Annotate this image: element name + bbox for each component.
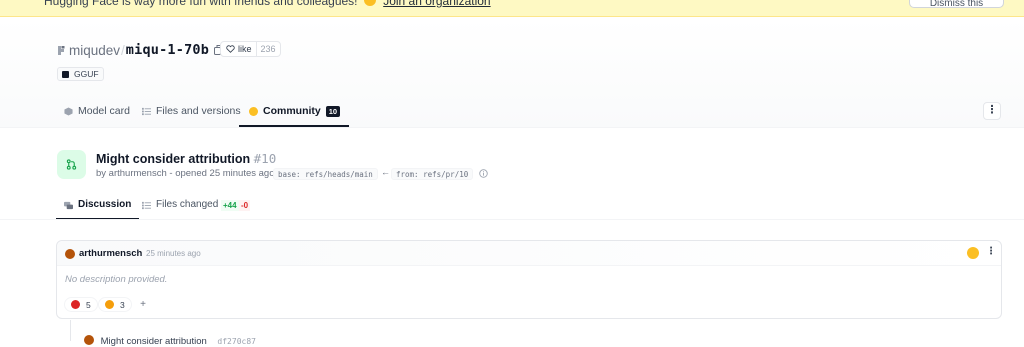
dismiss-button[interactable]: Dismiss this message (909, 0, 1004, 29)
repo-owner-link[interactable]: miqudev (69, 43, 120, 58)
cube-icon (64, 107, 73, 116)
banner-text: Hugging Face is way more fun with friend… (44, 0, 358, 8)
pr-title-text: Might consider attribution (96, 152, 251, 166)
repo-breadcrumb: miqudev / miqu-1-70b (56, 41, 225, 59)
tab-model-card[interactable]: Model card (64, 100, 130, 127)
subtab-label: Files changed (156, 199, 219, 210)
pull-request-icon (57, 150, 86, 179)
community-count-badge: 10 (325, 106, 341, 117)
pr-title: Might consider attribution #10 (96, 151, 276, 166)
like-action[interactable]: like (221, 42, 256, 56)
reaction-hugging-face[interactable]: 3 (98, 297, 132, 312)
files-icon (142, 201, 151, 210)
heart-outline-icon (226, 45, 235, 53)
comment-body: No description provided. (65, 274, 168, 285)
tab-files-changed[interactable]: Files changed (142, 193, 218, 220)
arrow-left-icon: ← (381, 167, 390, 177)
hugging-face-icon (363, 0, 376, 6)
community-icon (249, 107, 258, 116)
like-count[interactable]: 236 (255, 42, 280, 56)
repo-name-link[interactable]: miqu-1-70b (126, 42, 209, 58)
reaction-heart[interactable]: 5 (64, 297, 98, 312)
reaction-count: 3 (120, 299, 125, 310)
comment-header: arthurmensch 25 minutes ago ⋮ (57, 241, 1001, 266)
reaction-count: 5 (86, 299, 91, 310)
subtabs-divider (0, 219, 1024, 220)
deletions-count: -0 (239, 200, 251, 211)
repo-separator: / (121, 42, 125, 58)
comment-time: 25 minutes ago (146, 249, 201, 258)
pr-number: #10 (253, 151, 277, 166)
comment-card: arthurmensch 25 minutes ago ⋮ No descrip… (56, 240, 1002, 319)
comment-author[interactable]: arthurmensch (79, 248, 142, 259)
tag-gguf[interactable]: GGUF (57, 67, 104, 81)
hugging-face-icon (105, 300, 114, 309)
header-divider (0, 127, 1024, 128)
subtab-label: Discussion (78, 199, 132, 210)
like-button[interactable]: like 236 (220, 41, 281, 57)
pr-meta: by arthurmensch - opened 25 minutes ago (96, 168, 275, 179)
org-banner: Hugging Face is way more fun with friend… (0, 0, 1024, 29)
commit-title[interactable]: Might consider attribution (101, 336, 207, 347)
like-label: like (238, 44, 252, 54)
add-reaction-button[interactable]: + (136, 298, 150, 312)
files-icon (142, 107, 151, 116)
comment-more-options-icon[interactable]: ⋮ (986, 246, 996, 257)
merge-icon (66, 159, 77, 170)
info-icon[interactable] (479, 169, 488, 178)
tab-label: Files and versions (156, 105, 241, 117)
heart-icon (71, 300, 80, 309)
tab-discussion[interactable]: Discussion (56, 193, 140, 220)
additions-count: +44 (221, 200, 239, 211)
commit-entry: Might consider attribution df270c87 (64, 335, 256, 347)
from-ref: from: refs/pr/10 (391, 168, 474, 180)
tab-files-and-versions[interactable]: Files and versions (142, 100, 241, 127)
add-reaction-icon[interactable] (967, 247, 979, 259)
model-icon (58, 45, 65, 55)
discussion-icon (64, 201, 73, 210)
tab-community[interactable]: Community 10 (239, 100, 350, 127)
tab-label: Model card (78, 105, 130, 117)
commit-hash[interactable]: df270c87 (217, 337, 256, 346)
avatar[interactable] (65, 249, 75, 259)
avatar (84, 335, 94, 345)
tag-label: GGUF (74, 69, 99, 79)
base-ref: base: refs/heads/main (273, 168, 378, 180)
more-options-button[interactable]: ⋮ (983, 102, 1001, 120)
join-organization-link[interactable]: Join an organization (383, 0, 490, 8)
tab-label: Community (263, 105, 321, 117)
banner-message: Hugging Face is way more fun with friend… (44, 0, 491, 8)
gguf-icon (62, 70, 69, 78)
